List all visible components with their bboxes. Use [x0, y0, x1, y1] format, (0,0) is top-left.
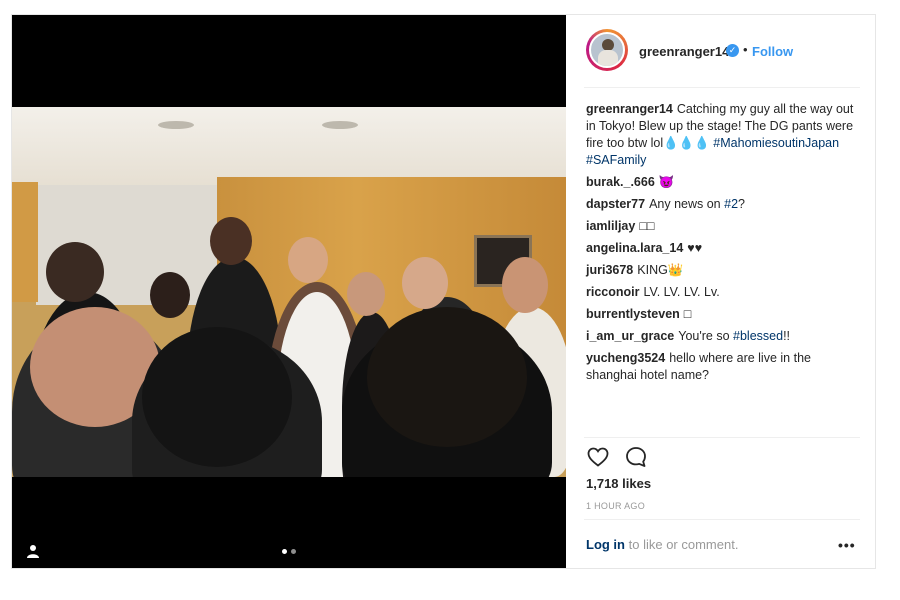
- post-side-panel: greenranger14 ✓ • Follow greenranger14 Ca…: [566, 15, 875, 568]
- comment-username[interactable]: dapster77: [586, 197, 645, 211]
- verified-badge-icon: ✓: [726, 44, 739, 57]
- comment-text: □□: [639, 219, 655, 233]
- comment-username[interactable]: yucheng3524: [586, 351, 665, 365]
- comment-text: LV. LV. LV. Lv.: [643, 285, 720, 299]
- hashtag-link[interactable]: #MahomiesoutinJapan: [713, 136, 839, 150]
- comment-text: ♥♥: [687, 241, 703, 255]
- comment-text: 😈: [658, 175, 675, 189]
- avatar[interactable]: [589, 32, 625, 68]
- comment-username[interactable]: burak._.666: [586, 175, 655, 189]
- comment-text: You're so: [678, 329, 730, 343]
- ceiling-light: [322, 121, 358, 129]
- heart-icon[interactable]: [586, 445, 610, 469]
- comment-bubble-icon[interactable]: [624, 445, 648, 469]
- comment-username[interactable]: i_am_ur_grace: [586, 329, 674, 343]
- comment-text: KING👑: [637, 263, 684, 277]
- post-timestamp: 1 HOUR AGO: [586, 501, 646, 511]
- photo-ceiling: [12, 107, 566, 187]
- login-link[interactable]: Log in: [586, 537, 625, 552]
- comment-username[interactable]: ricconoir: [586, 285, 640, 299]
- comment-username[interactable]: iamliljay: [586, 219, 635, 233]
- person-head: [502, 257, 548, 313]
- person-head: [367, 307, 527, 447]
- comment: juri3678 KING👑: [586, 262, 859, 279]
- comment: yucheng3524 hello where are live in the s…: [586, 350, 859, 384]
- comment-text: Any news on: [649, 197, 721, 211]
- comment-username[interactable]: angelina.lara_14: [586, 241, 683, 255]
- instagram-post: greenranger14 ✓ • Follow greenranger14 Ca…: [11, 14, 876, 569]
- post-photo[interactable]: [12, 107, 566, 477]
- comment-username[interactable]: greenranger14: [586, 102, 673, 116]
- comment: dapster77 Any news on #2?: [586, 196, 859, 213]
- comment-username[interactable]: burrentlysteven: [586, 307, 680, 321]
- hashtag-link[interactable]: #blessed: [733, 329, 783, 343]
- login-prompt-text: to like or comment.: [628, 537, 739, 552]
- comment-list: greenranger14 Catching my guy all the way…: [586, 101, 859, 389]
- hashtag-link[interactable]: #2: [724, 197, 738, 211]
- follow-button[interactable]: Follow: [752, 44, 793, 59]
- comment: burak._.666 😈: [586, 174, 859, 191]
- person-head: [347, 272, 385, 316]
- carousel-dot-active: [282, 549, 287, 554]
- header-separator: •: [743, 42, 748, 57]
- login-prompt: Log in to like or comment.: [586, 537, 738, 552]
- tagged-user-icon[interactable]: [26, 544, 40, 558]
- comment-text-after: !!: [783, 329, 791, 343]
- comment: angelina.lara_14 ♥♥: [586, 240, 859, 257]
- person-head: [142, 327, 292, 467]
- person-head: [46, 242, 104, 302]
- hashtag-link[interactable]: #SAFamily: [586, 153, 646, 167]
- more-options-button[interactable]: •••: [838, 537, 856, 553]
- avatar-ring[interactable]: [586, 29, 628, 71]
- like-count[interactable]: 1,718 likes: [586, 476, 651, 491]
- comment-text: □: [683, 307, 692, 321]
- ceiling-light: [158, 121, 194, 129]
- person-head: [150, 272, 190, 318]
- actions-divider: [584, 437, 860, 438]
- comment-username[interactable]: juri3678: [586, 263, 633, 277]
- comment-text-after: ?: [738, 197, 745, 211]
- carousel-indicator: [282, 549, 296, 554]
- comment: burrentlysteven □: [586, 306, 859, 323]
- caption: greenranger14 Catching my guy all the way…: [586, 101, 859, 169]
- comment: iamliljay □□: [586, 218, 859, 235]
- person-head: [402, 257, 448, 309]
- post-media[interactable]: [12, 15, 566, 568]
- post-header: greenranger14 ✓ • Follow: [566, 15, 875, 88]
- login-divider: [584, 519, 860, 520]
- comment: ricconoir LV. LV. LV. Lv.: [586, 284, 859, 301]
- person-head: [210, 217, 252, 265]
- photo-pillar: [12, 182, 38, 302]
- carousel-dot: [291, 549, 296, 554]
- avatar-body: [598, 50, 618, 66]
- comment: i_am_ur_grace You're so #blessed!!: [586, 328, 859, 345]
- post-username[interactable]: greenranger14: [639, 44, 729, 59]
- person-head: [288, 237, 328, 283]
- header-divider: [584, 87, 860, 88]
